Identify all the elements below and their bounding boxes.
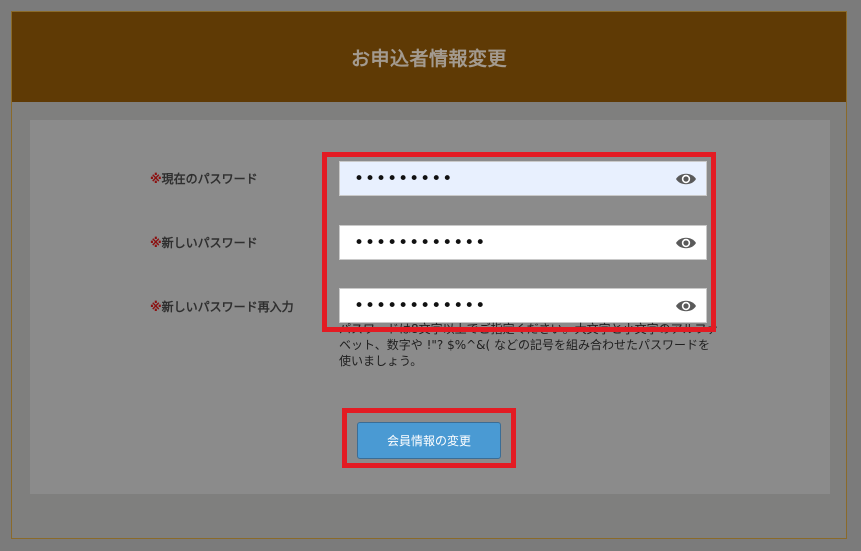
confirm-password-label: ※新しいパスワード再入力: [150, 298, 294, 315]
current-password-input[interactable]: [340, 162, 706, 195]
current-password-label: ※現在のパスワード: [150, 170, 258, 187]
current-password-field: [339, 161, 707, 196]
required-mark: ※: [150, 300, 162, 314]
confirm-password-input[interactable]: [340, 289, 706, 322]
page-header: お申込者情報変更: [12, 12, 846, 102]
form-panel: ※現在のパスワード ※新しいパスワード ※新しいパスワード再入力: [30, 120, 830, 494]
password-hint: パスワードは8文字以上でご指定ください。大文字と小文字のアルファベット、数字や …: [339, 322, 719, 368]
new-password-input[interactable]: [340, 226, 706, 259]
required-mark: ※: [150, 172, 162, 186]
required-mark: ※: [150, 236, 162, 250]
eye-icon[interactable]: [675, 171, 697, 187]
update-member-info-button[interactable]: 会員情報の変更: [357, 422, 501, 459]
eye-icon[interactable]: [675, 298, 697, 314]
confirm-password-field: [339, 288, 707, 323]
confirm-password-label-text: 新しいパスワード再入力: [161, 300, 294, 314]
page-title: お申込者情報変更: [350, 47, 507, 70]
new-password-label-text: 新しいパスワード: [161, 236, 258, 250]
new-password-label: ※新しいパスワード: [150, 234, 258, 251]
new-password-field: [339, 225, 707, 260]
form-card: お申込者情報変更 ※現在のパスワード ※新しいパスワード: [11, 11, 847, 539]
current-password-label-text: 現在のパスワード: [161, 172, 258, 186]
eye-icon[interactable]: [675, 235, 697, 251]
